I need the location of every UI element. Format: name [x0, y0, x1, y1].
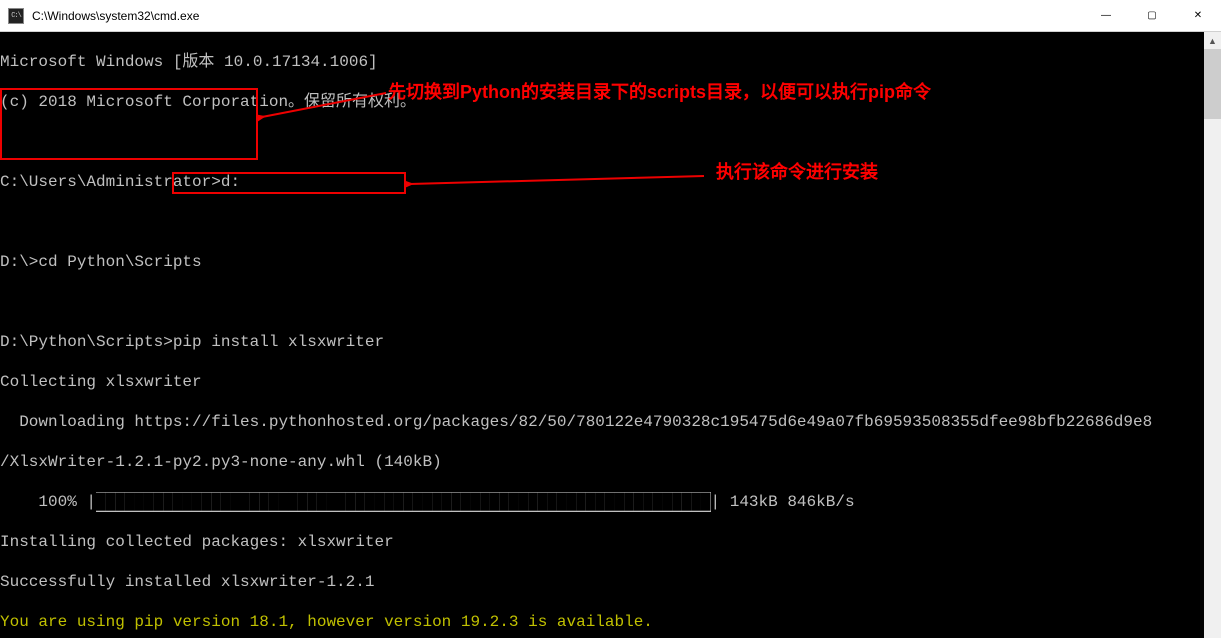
scrollbar-track[interactable]: [1204, 49, 1221, 638]
warning-line: You are using pip version 18.1, however …: [0, 612, 1204, 632]
output-line: [0, 212, 1204, 232]
output-line: [0, 132, 1204, 152]
prompt-line: C:\Users\Administrator>d:: [0, 172, 1204, 192]
terminal-area: Microsoft Windows [版本 10.0.17134.1006] (…: [0, 32, 1221, 638]
titlebar[interactable]: C:\ C:\Windows\system32\cmd.exe — ▢ ✕: [0, 0, 1221, 32]
output-line: Installing collected packages: xlsxwrite…: [0, 532, 1204, 552]
scrollbar[interactable]: ▲ ▼: [1204, 32, 1221, 638]
output-line: Successfully installed xlsxwriter-1.2.1: [0, 572, 1204, 592]
output-line: Microsoft Windows [版本 10.0.17134.1006]: [0, 52, 1204, 72]
close-button[interactable]: ✕: [1175, 0, 1221, 32]
output-line: Downloading https://files.pythonhosted.o…: [0, 412, 1204, 432]
scrollbar-thumb[interactable]: [1204, 49, 1221, 119]
window-title: C:\Windows\system32\cmd.exe: [32, 9, 1083, 23]
output-line: [0, 292, 1204, 312]
annotation-text-2: 执行该命令进行安装: [716, 162, 878, 182]
output-line: Collecting xlsxwriter: [0, 372, 1204, 392]
prompt-line: D:\Python\Scripts>pip install xlsxwriter: [0, 332, 1204, 352]
window: C:\ C:\Windows\system32\cmd.exe — ▢ ✕ Mi…: [0, 0, 1221, 638]
maximize-button[interactable]: ▢: [1129, 0, 1175, 32]
cmd-icon: C:\: [8, 8, 24, 24]
prompt-line: D:\>cd Python\Scripts: [0, 252, 1204, 272]
scroll-up-button[interactable]: ▲: [1204, 32, 1221, 49]
terminal[interactable]: Microsoft Windows [版本 10.0.17134.1006] (…: [0, 32, 1204, 638]
annotation-text-1: 先切换到Python的安装目录下的scripts目录，以便可以执行pip命令: [388, 82, 931, 102]
progress-line: 100% |██████████████████████████████████…: [0, 492, 1204, 512]
output-line: /XlsxWriter-1.2.1-py2.py3-none-any.whl (…: [0, 452, 1204, 472]
minimize-button[interactable]: —: [1083, 0, 1129, 32]
progress-bar: ████████████████████████████████████████…: [96, 492, 711, 512]
